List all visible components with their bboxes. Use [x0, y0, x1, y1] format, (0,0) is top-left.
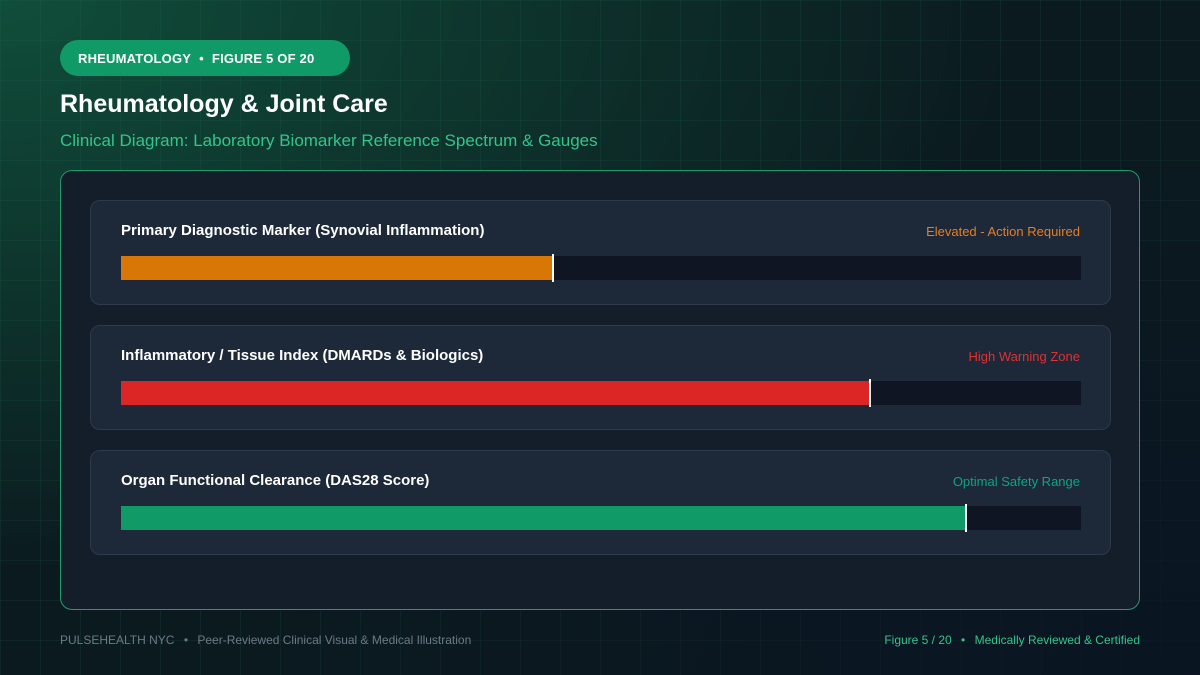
gauge-card-synovial: Primary Diagnostic Marker (Synovial Infl…	[90, 200, 1111, 305]
gauge-marker	[964, 504, 967, 532]
gauge-status: Optimal Safety Range	[952, 474, 1080, 489]
gauge-card-tissue-index: Inflammatory / Tissue Index (DMARDs & Bi…	[90, 325, 1111, 430]
badge-figure: FIGURE 5 OF 20	[211, 50, 315, 66]
footer-separator: •	[183, 633, 189, 647]
page-title: Rheumatology & Joint Care	[60, 90, 388, 118]
gauge-label: Organ Functional Clearance (DAS28 Score)	[121, 472, 430, 489]
footer-certification: Figure 5 / 20 • Medically Reviewed & Cer…	[884, 633, 1140, 647]
footer-brand: PULSEHEALTH NYC	[60, 633, 175, 647]
gauge-fill	[121, 381, 870, 405]
gauge-status: Elevated - Action Required	[926, 224, 1080, 239]
badge-separator: •	[199, 50, 204, 66]
category-badge: RHEUMATOLOGY • FIGURE 5 OF 20	[60, 40, 350, 76]
gauge-track	[121, 254, 1081, 282]
gauge-fill	[121, 506, 966, 530]
badge-category: RHEUMATOLOGY	[78, 50, 192, 66]
gauge-label: Primary Diagnostic Marker (Synovial Infl…	[121, 222, 485, 239]
footer-certified: Medically Reviewed & Certified	[974, 633, 1140, 647]
footer-separator: •	[961, 633, 966, 647]
gauge-label: Inflammatory / Tissue Index (DMARDs & Bi…	[121, 347, 484, 364]
footer-credits: PULSEHEALTH NYC • Peer-Reviewed Clinical…	[60, 633, 471, 647]
gauge-track	[121, 504, 1081, 532]
gauge-fill	[121, 256, 553, 280]
gauge-card-das28: Organ Functional Clearance (DAS28 Score)…	[90, 450, 1111, 555]
gauge-marker	[552, 254, 554, 282]
gauge-panel: Primary Diagnostic Marker (Synovial Infl…	[60, 170, 1140, 610]
gauge-marker	[868, 379, 871, 407]
footer-figure-ref: Figure 5 / 20	[884, 633, 952, 647]
gauge-track	[121, 379, 1081, 407]
page-subtitle: Clinical Diagram: Laboratory Biomarker R…	[60, 131, 598, 150]
footer-tagline: Peer-Reviewed Clinical Visual & Medical …	[197, 633, 472, 647]
gauge-status: High Warning Zone	[968, 349, 1080, 364]
